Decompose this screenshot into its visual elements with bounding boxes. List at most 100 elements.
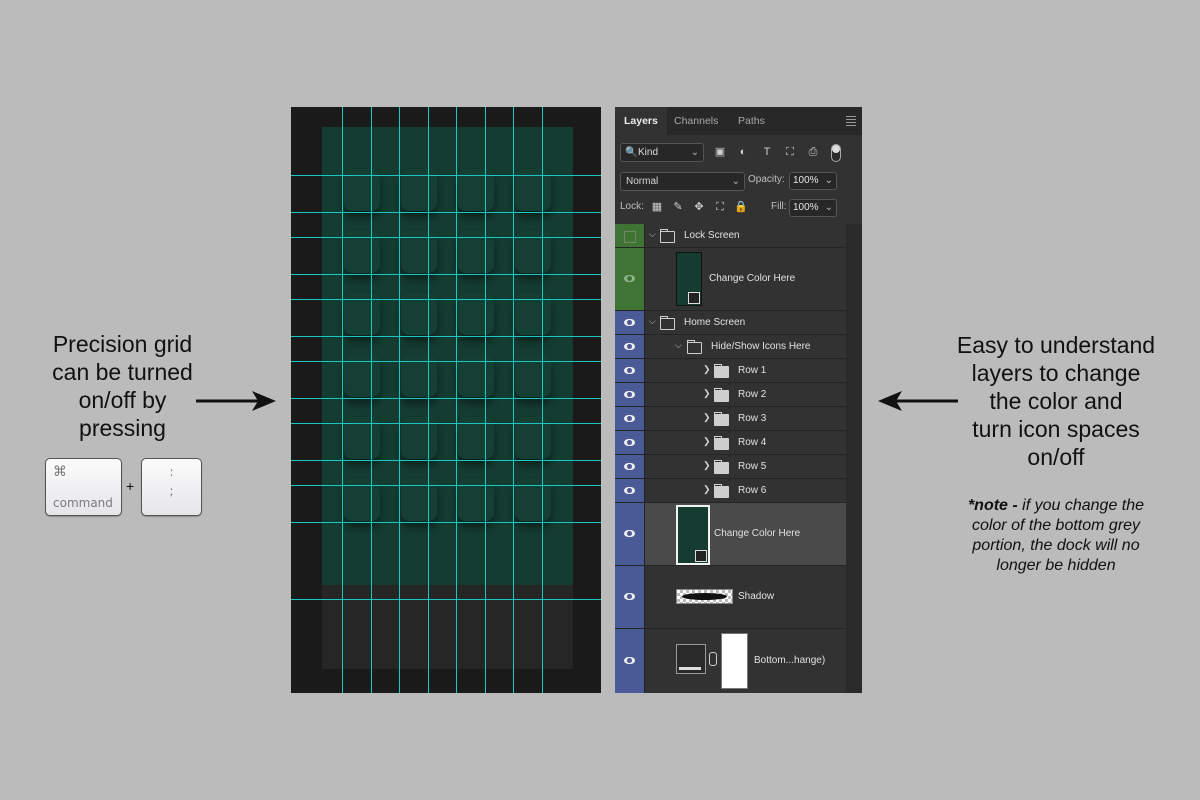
layer-name: Bottom...hange) — [754, 655, 826, 666]
layer-shadow[interactable]: Shadow — [615, 566, 846, 629]
blend-row: Normal ⌄ Opacity: 100% ⌄ — [615, 171, 862, 191]
eye-icon — [624, 275, 635, 282]
document-canvas[interactable] — [291, 107, 601, 693]
lock-brush-icon[interactable]: ✎ — [671, 200, 685, 214]
tab-paths[interactable]: Paths — [738, 107, 765, 135]
grid-line-horizontal — [291, 274, 601, 275]
eye-icon — [624, 415, 635, 422]
layer-row-6[interactable]: ❯ Row 6 — [615, 479, 846, 503]
caption-line: layers to change — [971, 360, 1141, 386]
layer-row-1[interactable]: ❯ Row 1 — [615, 359, 846, 383]
shape-filter-icon[interactable]: ⛶ — [783, 145, 797, 159]
folder-icon — [714, 388, 729, 402]
grid-line-horizontal — [291, 175, 601, 176]
chevron-right-icon[interactable]: ❯ — [703, 412, 711, 423]
visibility-toggle[interactable] — [615, 479, 645, 502]
chevron-right-icon[interactable]: ❯ — [703, 460, 711, 471]
chevron-down-icon[interactable]: ⌵ — [675, 340, 682, 351]
layer-name: Change Color Here — [714, 528, 801, 539]
eye-icon — [624, 319, 635, 326]
layer-name: Row 6 — [738, 485, 767, 496]
grid-line-horizontal — [291, 460, 601, 461]
grid-line-vertical — [513, 107, 514, 693]
visibility-toggle[interactable] — [615, 455, 645, 478]
eye-icon — [624, 530, 635, 537]
chevron-down-icon[interactable]: ⌵ — [649, 316, 656, 327]
opacity-label: Opacity: — [748, 174, 785, 185]
grid-line-vertical — [456, 107, 457, 693]
lock-all-icon[interactable]: 🔒 — [734, 200, 748, 214]
grid-line-vertical — [342, 107, 343, 693]
visibility-toggle[interactable] — [615, 383, 645, 406]
link-icon[interactable] — [709, 652, 717, 666]
layer-name: Row 1 — [738, 365, 767, 376]
tab-layers[interactable]: Layers — [615, 107, 667, 135]
fill-field[interactable]: 100% ⌄ — [789, 199, 837, 217]
kind-filter-select[interactable]: 🔍 Kind ⌄ — [620, 143, 704, 162]
eye-icon — [624, 343, 635, 350]
chevron-right-icon[interactable]: ❯ — [703, 388, 711, 399]
grid-line-horizontal — [291, 237, 601, 238]
visibility-toggle[interactable] — [615, 359, 645, 382]
plus-sign: + — [126, 478, 135, 494]
type-filter-icon[interactable]: T — [760, 145, 774, 159]
visibility-toggle[interactable] — [615, 311, 645, 334]
lock-transparent-icon[interactable]: ▦ — [650, 200, 664, 214]
layer-name: Row 3 — [738, 413, 767, 424]
layer-lock-change-color[interactable]: Change Color Here — [615, 248, 846, 311]
image-filter-icon[interactable]: ▣ — [713, 145, 727, 159]
layer-row-3[interactable]: ❯ Row 3 — [615, 407, 846, 431]
visibility-toggle[interactable] — [615, 335, 645, 358]
scrollbar[interactable] — [846, 224, 862, 693]
visibility-toggle[interactable] — [615, 503, 645, 565]
caption-line: turn icon spaces — [972, 416, 1140, 442]
chevron-down-icon[interactable]: ⌵ — [649, 229, 656, 240]
opacity-field[interactable]: 100% ⌄ — [789, 172, 837, 190]
wallpaper-color-area — [322, 127, 573, 585]
blend-mode-select[interactable]: Normal ⌄ — [620, 172, 745, 191]
layer-hide-show-icons[interactable]: ⌵ Hide/Show Icons Here — [615, 335, 846, 359]
caption-line: Precision grid — [52, 331, 193, 357]
smart-object-icon — [688, 292, 700, 304]
visibility-toggle[interactable] — [615, 224, 645, 247]
visibility-toggle[interactable] — [615, 431, 645, 454]
chevron-right-icon[interactable]: ❯ — [703, 484, 711, 495]
adjustment-filter-icon[interactable]: ◐ — [736, 145, 750, 159]
visibility-toggle[interactable] — [615, 248, 645, 310]
tab-channels[interactable]: Channels — [674, 107, 718, 135]
lock-move-icon[interactable]: ✥ — [692, 200, 706, 214]
chevron-right-icon[interactable]: ❯ — [703, 364, 711, 375]
smart-object-filter-icon[interactable]: ⎙ — [806, 145, 820, 159]
eye-icon — [624, 391, 635, 398]
lock-artboard-icon[interactable]: ⛶ — [713, 200, 727, 214]
grid-line-horizontal — [291, 599, 601, 600]
panel-menu-icon[interactable] — [846, 116, 856, 128]
visibility-toggle[interactable] — [615, 407, 645, 430]
grid-line-horizontal — [291, 522, 601, 523]
layer-home-change-color[interactable]: Change Color Here — [615, 503, 846, 566]
fill-value: 100% — [793, 202, 819, 213]
layer-row-2[interactable]: ❯ Row 2 — [615, 383, 846, 407]
grid-line-vertical — [428, 107, 429, 693]
eye-icon — [624, 593, 635, 600]
caption-line: pressing — [79, 415, 166, 441]
folder-icon — [660, 229, 675, 243]
grid-line-horizontal — [291, 336, 601, 337]
fill-label: Fill: — [771, 201, 787, 212]
visibility-toggle[interactable] — [615, 629, 645, 693]
layer-row-5[interactable]: ❯ Row 5 — [615, 455, 846, 479]
caption-line: the color and — [989, 388, 1123, 414]
layer-bottom[interactable]: Bottom...hange) — [615, 629, 846, 693]
caption-line: can be turned — [52, 359, 193, 385]
layer-row-4[interactable]: ❯ Row 4 — [615, 431, 846, 455]
layer-name: Shadow — [738, 591, 775, 602]
chevron-right-icon[interactable]: ❯ — [703, 436, 711, 447]
layer-lock-screen[interactable]: ⌵ Lock Screen — [615, 224, 846, 248]
eye-icon — [624, 367, 635, 374]
filter-toggle[interactable] — [831, 144, 841, 162]
layer-home-screen[interactable]: ⌵ Home Screen — [615, 311, 846, 335]
semicolon-key-icon: : ; — [141, 458, 202, 516]
visibility-toggle[interactable] — [615, 566, 645, 628]
layer-name: Home Screen — [684, 317, 746, 328]
layer-thumbnail — [676, 589, 733, 604]
